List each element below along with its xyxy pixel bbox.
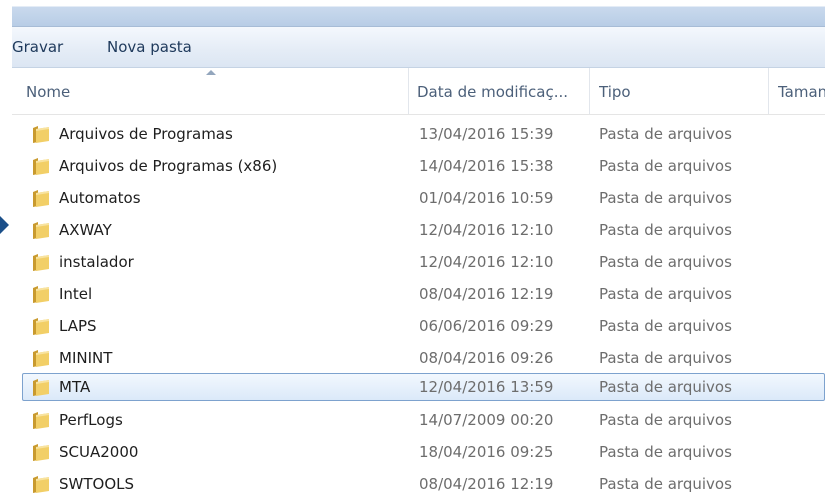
file-row[interactable]: PerfLogs 14/07/2009 00:20 Pasta de arqui… [22,406,825,434]
file-type: Pasta de arquivos [599,189,732,207]
file-name: MININT [59,349,113,367]
file-date: 12/04/2016 12:10 [419,253,554,271]
folder-icon [33,318,49,335]
file-name: SCUA2000 [59,443,139,461]
file-row-selected[interactable]: MTA 12/04/2016 13:59 Pasta de arquivos [22,373,825,401]
folder-icon [33,379,49,396]
column-divider[interactable] [768,68,769,114]
file-date: 12/04/2016 12:10 [419,221,554,239]
column-header: Nome Data de modificaç... Tipo Tamanho [12,68,825,115]
file-type: Pasta de arquivos [599,443,732,461]
folder-icon [33,350,49,367]
file-name: MTA [59,378,91,396]
file-name: Automatos [59,189,141,207]
file-date: 14/07/2009 00:20 [419,411,554,429]
file-name: instalador [59,253,134,271]
file-name: SWTOOLS [59,475,135,493]
file-date: 08/04/2016 12:19 [419,285,554,303]
file-row[interactable]: instalador 12/04/2016 12:10 Pasta de arq… [22,248,825,276]
folder-icon [33,222,49,239]
folder-icon [33,286,49,303]
column-header-size[interactable]: Tamanho [778,68,825,114]
file-date: 08/04/2016 12:19 [419,475,554,493]
file-type: Pasta de arquivos [599,221,732,239]
command-bar: Gravar Nova pasta [12,27,825,68]
file-date: 18/04/2016 09:25 [419,443,554,461]
file-name: AXWAY [59,221,112,239]
column-header-date[interactable]: Data de modificaç... [417,68,587,114]
folder-icon [33,254,49,271]
folder-icon [33,190,49,207]
file-row[interactable]: MININT 08/04/2016 09:26 Pasta de arquivo… [22,344,825,372]
file-type: Pasta de arquivos [599,411,732,429]
file-type: Pasta de arquivos [599,285,732,303]
column-header-name[interactable]: Nome [26,68,406,114]
file-type: Pasta de arquivos [599,317,732,335]
folder-icon [33,158,49,175]
folder-icon [33,444,49,461]
file-date: 13/04/2016 15:39 [419,125,554,143]
file-row[interactable]: Automatos 01/04/2016 10:59 Pasta de arqu… [22,184,825,212]
file-type: Pasta de arquivos [599,378,732,396]
file-type: Pasta de arquivos [599,349,732,367]
file-name: PerfLogs [59,411,123,429]
file-row[interactable]: AXWAY 12/04/2016 12:10 Pasta de arquivos [22,216,825,244]
column-divider[interactable] [589,68,590,114]
file-date: 01/04/2016 10:59 [419,189,554,207]
file-date: 06/06/2016 09:29 [419,317,554,335]
file-row[interactable]: Intel 08/04/2016 12:19 Pasta de arquivos [22,280,825,308]
file-type: Pasta de arquivos [599,157,732,175]
file-name: LAPS [59,317,97,335]
file-name: Intel [59,285,93,303]
file-row[interactable]: Arquivos de Programas 13/04/2016 15:39 P… [22,120,825,148]
folder-icon [33,476,49,493]
window-titlebar [12,0,825,27]
new-folder-button[interactable]: Nova pasta [107,38,192,56]
file-date: 12/04/2016 13:59 [419,378,554,396]
file-row[interactable]: LAPS 06/06/2016 09:29 Pasta de arquivos [22,312,825,340]
folder-icon [33,412,49,429]
file-name: Arquivos de Programas (x86) [59,157,278,175]
file-row[interactable]: SWTOOLS 08/04/2016 12:19 Pasta de arquiv… [22,470,825,498]
file-type: Pasta de arquivos [599,125,732,143]
column-header-type[interactable]: Tipo [599,68,764,114]
file-type: Pasta de arquivos [599,475,732,493]
file-name: Arquivos de Programas [59,125,233,143]
nav-arrow-icon [0,216,9,234]
file-date: 08/04/2016 09:26 [419,349,554,367]
column-divider[interactable] [408,68,409,114]
burn-button[interactable]: Gravar [12,38,63,56]
file-row[interactable]: SCUA2000 18/04/2016 09:25 Pasta de arqui… [22,438,825,466]
folder-icon [33,126,49,143]
file-date: 14/04/2016 15:38 [419,157,554,175]
file-type: Pasta de arquivos [599,253,732,271]
file-row[interactable]: Arquivos de Programas (x86) 14/04/2016 1… [22,152,825,180]
